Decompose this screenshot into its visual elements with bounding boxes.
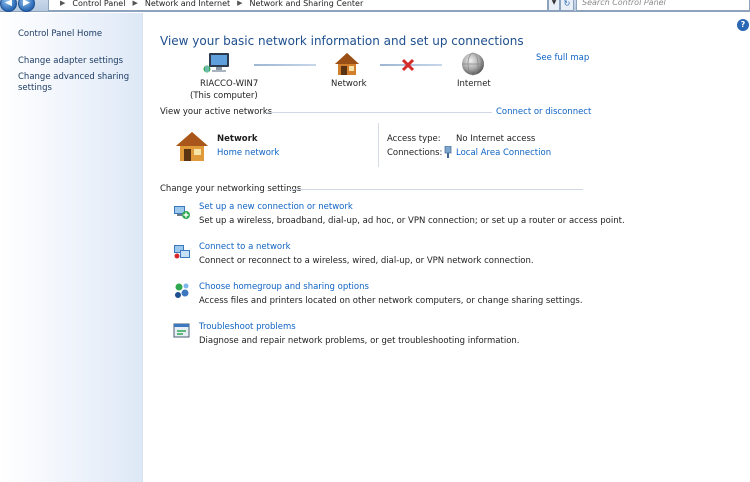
breadcrumb-network-and-internet[interactable]: Network and Internet	[145, 0, 230, 8]
homegroup-icon	[173, 282, 191, 300]
breadcrumb-separator-icon[interactable]: ▶	[132, 0, 137, 7]
computer-name-label: RIACCO-WIN7	[200, 79, 259, 89]
help-icon[interactable]: ?	[737, 19, 749, 31]
search-input[interactable]: Search Control Panel	[576, 0, 750, 11]
home-network-icon[interactable]	[175, 130, 209, 162]
section-divider	[289, 189, 583, 190]
setup-connection-link[interactable]: Set up a new connection or network	[199, 202, 353, 212]
new-connection-icon	[173, 202, 191, 220]
vertical-divider	[378, 123, 379, 167]
back-arrow-icon[interactable]: ◀	[0, 0, 17, 12]
internet-map-label: Internet	[457, 79, 491, 89]
setup-connection-desc: Set up a wireless, broadband, dial-up, a…	[199, 216, 625, 226]
homegroup-sharing-link[interactable]: Choose homegroup and sharing options	[199, 282, 369, 292]
homegroup-sharing-desc: Access files and printers located on oth…	[199, 296, 583, 306]
disconnected-x-icon[interactable]	[401, 58, 415, 72]
home-network-link[interactable]: Home network	[217, 148, 279, 158]
troubleshoot-icon	[173, 322, 191, 340]
see-full-map-link[interactable]: See full map	[536, 53, 589, 63]
network-name: Network	[217, 134, 258, 144]
networking-settings-heading: Change your networking settings	[160, 184, 302, 194]
connections-label: Connections:	[387, 148, 443, 158]
breadcrumb-control-panel[interactable]: Control Panel	[72, 0, 125, 8]
control-panel-home-link[interactable]: Control Panel Home	[18, 29, 138, 40]
page-title: View your basic network information and …	[160, 34, 524, 48]
breadcrumb[interactable]: ▶ Control Panel ▶ Network and Internet ▶ Netw…	[48, 0, 548, 11]
breadcrumb-network-and-sharing-center[interactable]: Network and Sharing Center	[250, 0, 364, 8]
connect-network-icon	[173, 242, 191, 260]
breadcrumb-separator-icon[interactable]: ▶	[237, 0, 242, 7]
access-type-label: Access type:	[387, 134, 441, 144]
local-area-connection-link[interactable]: Local Area Connection	[456, 148, 551, 158]
forward-arrow-icon[interactable]: ▶	[18, 0, 35, 12]
change-advanced-sharing-settings-link[interactable]: Change advanced sharing settings	[18, 72, 138, 94]
troubleshoot-link[interactable]: Troubleshoot problems	[199, 322, 296, 332]
house-network-icon[interactable]	[334, 52, 360, 76]
access-type-value: No Internet access	[456, 134, 536, 144]
connect-network-link[interactable]: Connect to a network	[199, 242, 291, 252]
troubleshoot-desc: Diagnose and repair network problems, or…	[199, 336, 520, 346]
connection-line	[254, 64, 316, 66]
connect-network-desc: Connect or reconnect to a wireless, wire…	[199, 256, 534, 266]
section-divider	[266, 112, 492, 113]
ethernet-connection-icon	[444, 145, 452, 158]
breadcrumb-separator-icon[interactable]: ▶	[60, 0, 65, 7]
left-nav-pane: Control Panel Home Change adapter settin…	[0, 13, 143, 482]
connect-or-disconnect-link[interactable]: Connect or disconnect	[496, 107, 591, 117]
this-computer-label: (This computer)	[190, 91, 258, 101]
address-dropdown-icon[interactable]: ▼	[548, 0, 560, 11]
network-map-label: Network	[331, 79, 367, 89]
active-networks-heading: View your active networks	[160, 107, 273, 117]
refresh-icon[interactable]: ↻	[560, 0, 574, 11]
internet-globe-icon[interactable]	[461, 52, 485, 76]
computer-icon[interactable]	[203, 52, 231, 74]
address-bar: ◀ ▶ ▶ Control Panel ▶ Network and Internet ▶…	[0, 0, 750, 12]
change-adapter-settings-link[interactable]: Change adapter settings	[18, 56, 138, 67]
